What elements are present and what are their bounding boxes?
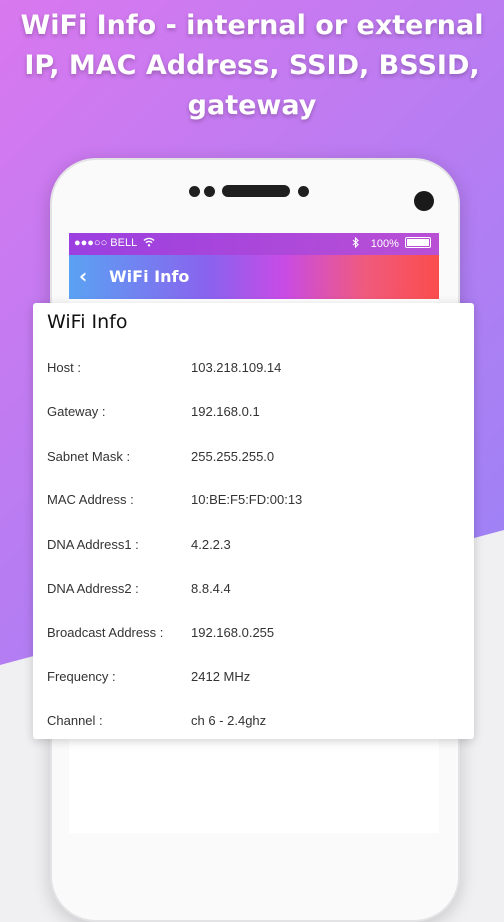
row-label: Host : — [47, 360, 81, 375]
row-value: 8.8.4.4 — [191, 581, 231, 596]
headline-line-3: gateway — [187, 90, 317, 121]
info-row-channel: Channel : ch 6 - 2.4ghz — [47, 713, 467, 733]
row-label: Broadcast Address : — [47, 625, 164, 640]
battery-percent: 100% — [370, 238, 399, 250]
row-label: Sabnet Mask : — [47, 449, 131, 464]
wifi-info-card: WiFi Info Host : 103.218.109.14 Gateway … — [33, 303, 474, 739]
row-value: 10:BE:F5:FD:00:13 — [191, 492, 303, 507]
headline-line-1: WiFi Info - internal or external — [20, 10, 484, 41]
info-row-mac-address: MAC Address : 10:BE:F5:FD:00:13 — [47, 492, 467, 512]
back-arrow-icon[interactable]: ‹ — [79, 264, 87, 288]
promo-headline: WiFi Info - internal or external IP, MAC… — [0, 6, 504, 126]
row-label: DNA Address1 : — [47, 537, 139, 552]
earpiece-speaker — [222, 185, 290, 197]
sensor-dot — [298, 186, 309, 197]
toolbar-title: WiFi Info — [109, 267, 190, 286]
wifi-icon — [140, 237, 155, 249]
status-bar: ●●●○○ BELL 100% — [69, 233, 439, 255]
row-value: 4.2.2.3 — [191, 537, 231, 552]
row-value: 103.218.109.14 — [191, 360, 282, 375]
headline-line-2: IP, MAC Address, SSID, BSSID, — [24, 50, 480, 81]
row-value: 192.168.0.255 — [191, 625, 275, 640]
info-row-dns-2: DNA Address2 : 8.8.4.4 — [47, 581, 467, 601]
row-value: ch 6 - 2.4ghz — [191, 713, 267, 728]
row-label: Gateway : — [47, 404, 106, 419]
sensor-dot — [189, 186, 200, 197]
card-title: WiFi Info — [47, 311, 128, 333]
bluetooth-icon — [352, 236, 371, 250]
info-row-frequency: Frequency : 2412 MHz — [47, 669, 467, 689]
info-row-gateway: Gateway : 192.168.0.1 — [47, 404, 467, 424]
info-row-broadcast-address: Broadcast Address : 192.168.0.255 — [47, 625, 467, 645]
info-row-subnet-mask: Sabnet Mask : 255.255.255.0 — [47, 449, 467, 469]
sensor-dot — [204, 186, 215, 197]
row-label: Frequency : — [47, 669, 116, 684]
info-row-host: Host : 103.218.109.14 — [47, 360, 467, 380]
row-value: 255.255.255.0 — [191, 449, 275, 464]
row-label: DNA Address2 : — [47, 581, 139, 596]
front-camera — [414, 191, 434, 211]
carrier-label: ●●●○○ BELL — [74, 237, 137, 249]
row-value: 192.168.0.1 — [191, 404, 260, 419]
row-label: MAC Address : — [47, 492, 134, 507]
row-value: 2412 MHz — [191, 669, 251, 684]
info-row-dns-1: DNA Address1 : 4.2.2.3 — [47, 537, 467, 557]
row-label: Channel : — [47, 713, 103, 728]
battery-icon — [405, 237, 431, 248]
app-toolbar: ‹ WiFi Info — [69, 255, 439, 299]
